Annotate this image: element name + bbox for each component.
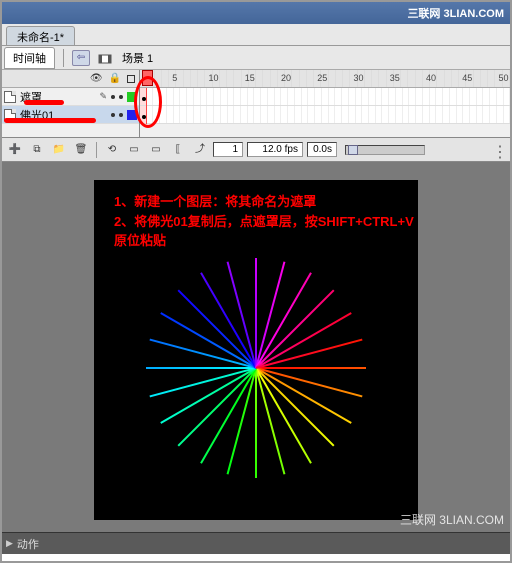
current-frame-field: 1 xyxy=(213,142,243,157)
actions-label: 动作 xyxy=(17,536,39,552)
layer-icon xyxy=(4,109,16,121)
layer-header: 👁 🔒 xyxy=(2,70,139,88)
anno-line-3: 原位粘贴 xyxy=(114,231,414,251)
onion-outline-button[interactable]: ▭ xyxy=(125,142,143,158)
layer-row-mask[interactable]: 遮罩 ✎ xyxy=(2,88,139,106)
timeline-panel-tab[interactable]: 时间轴 xyxy=(4,47,55,69)
eye-icon[interactable]: 👁 xyxy=(90,73,103,84)
separator xyxy=(96,142,97,158)
fps-field: 12.0 fps xyxy=(247,142,303,157)
frame-body xyxy=(140,88,510,124)
layer-icon xyxy=(4,91,16,103)
scrollbar-thumb[interactable] xyxy=(348,145,358,155)
color-swatch[interactable] xyxy=(127,110,137,120)
layer-name: 遮罩 xyxy=(20,89,95,105)
center-button[interactable]: ⤴ xyxy=(191,142,209,158)
delete-layer-button[interactable]: 🗑 xyxy=(72,142,90,158)
frame-row[interactable] xyxy=(140,106,510,124)
frame-ruler: 15101520253035404550 xyxy=(140,70,510,88)
scene-bar: 时间轴 ⇦ 场景 1 xyxy=(2,46,510,70)
brand-text: 三联网 3LIAN.COM xyxy=(407,5,504,21)
onion-skin-button[interactable]: ⟲ xyxy=(103,142,121,158)
pencil-icon: ✎ xyxy=(99,91,107,102)
new-folder-button[interactable]: 📁 xyxy=(50,142,68,158)
back-button[interactable]: ⇦ xyxy=(72,50,90,66)
stage-viewport[interactable]: 1、新建一个图层：将其命名为遮罩 2、将佛光01复制后，点遮罩层，按SHIFT+… xyxy=(2,162,510,532)
lock-dot[interactable] xyxy=(119,95,123,99)
edit-multi-button[interactable]: ▭ xyxy=(147,142,165,158)
playhead[interactable] xyxy=(146,88,147,124)
window-titlebar: 三联网 3LIAN.COM xyxy=(2,2,510,24)
anno-line-1: 1、新建一个图层：将其命名为遮罩 xyxy=(114,192,414,212)
timeline-frames[interactable]: 15101520253035404550 xyxy=(140,70,510,137)
new-layer-button[interactable]: ➕ xyxy=(6,142,24,158)
layers-panel: 👁 🔒 遮罩 ✎ 佛光01 xyxy=(2,70,140,137)
annotation-text: 1、新建一个图层：将其命名为遮罩 2、将佛光01复制后，点遮罩层，按SHIFT+… xyxy=(114,192,414,251)
timeline-area: 👁 🔒 遮罩 ✎ 佛光01 15101520253035404550 xyxy=(2,70,510,138)
layer-row-foguang[interactable]: 佛光01 xyxy=(2,106,139,124)
vis-dot[interactable] xyxy=(111,95,115,99)
watermark: 三联网 3LIAN.COM xyxy=(400,511,504,528)
marker-button[interactable]: ⟦ xyxy=(169,142,187,158)
scene-label[interactable]: 场景 1 xyxy=(120,50,153,66)
document-tabs: 未命名-1* xyxy=(2,24,510,46)
layer-toolbar: ➕ ⧉ 📁 🗑 ⟲ ▭ ▭ ⟦ ⤴ 1 12.0 fps 0.0s ⋮ xyxy=(2,138,510,162)
outline-icon[interactable] xyxy=(127,75,135,83)
frame-row[interactable] xyxy=(140,88,510,106)
document-tab[interactable]: 未命名-1* xyxy=(6,26,75,45)
anno-line-2: 2、将佛光01复制后，点遮罩层，按SHIFT+CTRL+V xyxy=(114,212,414,232)
color-swatch[interactable] xyxy=(127,92,137,102)
scene-icon xyxy=(98,52,112,64)
timeline-scrollbar[interactable] xyxy=(345,145,425,155)
stage-canvas[interactable]: 1、新建一个图层：将其命名为遮罩 2、将佛光01复制后，点遮罩层，按SHIFT+… xyxy=(94,180,418,520)
lock-icon[interactable]: 🔒 xyxy=(109,73,121,84)
expand-icon[interactable]: ▶ xyxy=(6,538,13,549)
vis-dot[interactable] xyxy=(111,113,115,117)
elapsed-field: 0.0s xyxy=(307,142,337,157)
new-guide-button[interactable]: ⧉ xyxy=(28,142,46,158)
panel-grip-icon[interactable]: ⋮ xyxy=(492,142,506,158)
layer-name: 佛光01 xyxy=(20,107,107,123)
separator xyxy=(63,49,64,67)
actions-panel-header[interactable]: ▶ 动作 xyxy=(2,532,510,554)
lock-dot[interactable] xyxy=(119,113,123,117)
